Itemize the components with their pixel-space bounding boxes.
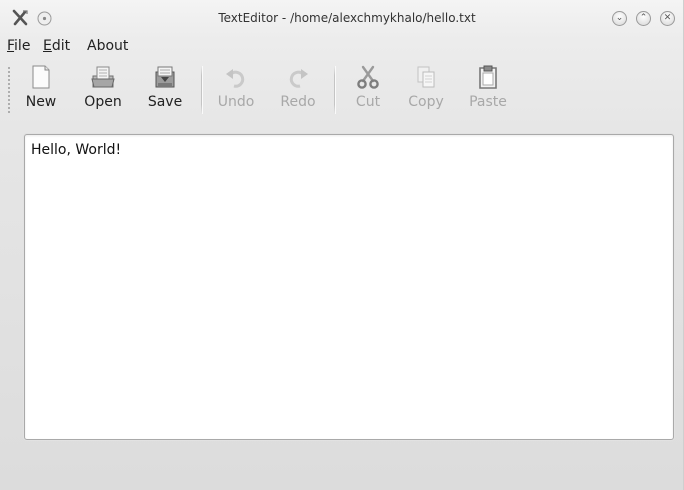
toolbar-grip-handle[interactable]	[7, 66, 11, 114]
save-icon	[155, 66, 175, 88]
title-bar[interactable]: TextEditor - /home/alexchmykhalo/hello.t…	[0, 0, 684, 34]
open-folder-icon	[91, 66, 115, 88]
undo-button[interactable]: Undo	[212, 64, 260, 110]
menu-file-mnemonic: F	[7, 38, 15, 54]
editor-content[interactable]: Hello, World!	[31, 142, 121, 158]
menu-file[interactable]: File	[7, 38, 30, 54]
menu-edit-mnemonic: E	[43, 38, 52, 54]
open-button[interactable]: Open	[80, 64, 126, 110]
undo-icon	[226, 69, 245, 88]
new-button-label: New	[25, 94, 57, 110]
redo-button-label: Redo	[280, 94, 316, 110]
cut-button-label: Cut	[355, 94, 381, 110]
menu-edit-label: dit	[51, 38, 71, 54]
maximize-button[interactable]: ⌃	[636, 11, 651, 26]
save-button[interactable]: Save	[143, 64, 187, 110]
new-document-icon	[32, 65, 50, 89]
status-bar	[0, 448, 684, 490]
save-button-label: Save	[147, 94, 183, 110]
scissors-icon	[357, 65, 379, 89]
new-button[interactable]: New	[21, 64, 61, 110]
menu-edit[interactable]: Edit	[43, 38, 70, 54]
paste-button[interactable]: Paste	[464, 64, 512, 110]
close-button[interactable]: ✕	[660, 11, 675, 26]
open-button-label: Open	[84, 94, 122, 110]
cut-button[interactable]: Cut	[348, 64, 388, 110]
toolbar: New Open Save Undo Redo Cut Copy Paste	[0, 62, 684, 120]
paste-button-label: Paste	[469, 94, 507, 110]
toolbar-separator	[201, 66, 202, 114]
copy-button[interactable]: Copy	[404, 64, 448, 110]
chevron-down-icon: ⌄	[615, 13, 624, 23]
window-title: TextEditor - /home/alexchmykhalo/hello.t…	[218, 11, 476, 25]
chevron-up-icon: ⌃	[639, 13, 648, 23]
paste-icon	[479, 65, 497, 89]
close-icon: ✕	[663, 13, 672, 23]
toolbar-separator	[334, 66, 335, 114]
redo-button[interactable]: Redo	[274, 64, 322, 110]
redo-icon	[289, 69, 308, 88]
menu-file-label: ile	[14, 38, 31, 54]
copy-icon	[417, 66, 435, 88]
main-window: TextEditor - /home/alexchmykhalo/hello.t…	[0, 0, 684, 490]
undo-button-label: Undo	[217, 94, 255, 110]
minimize-button[interactable]: ⌄	[612, 11, 627, 26]
copy-button-label: Copy	[408, 94, 444, 110]
text-editor[interactable]: Hello, World!	[24, 134, 674, 440]
menu-about[interactable]: About	[87, 38, 128, 54]
